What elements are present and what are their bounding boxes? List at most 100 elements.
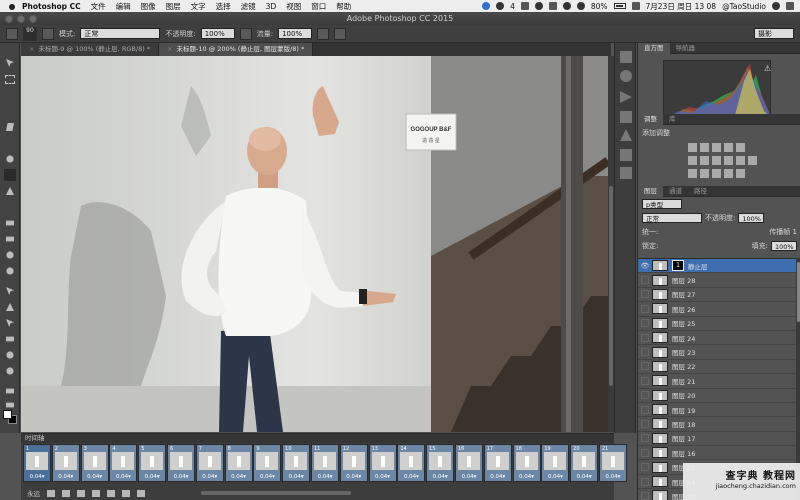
healing-brush-tool-icon[interactable] <box>4 153 16 165</box>
layer-row[interactable]: 图层 23 <box>638 345 796 360</box>
frame-delay[interactable]: 0.04▾ <box>254 474 280 480</box>
layer-row[interactable]: 图层 18 <box>638 417 796 432</box>
timeline-frame[interactable]: 19 0.04▾ <box>541 444 570 482</box>
next-frame-icon[interactable] <box>92 489 100 497</box>
lasso-tool-icon[interactable] <box>4 89 16 101</box>
visibility-box[interactable] <box>641 319 649 328</box>
3d-panel-icon[interactable] <box>620 149 632 161</box>
timeline-frame[interactable]: 12 0.04▾ <box>339 444 368 482</box>
timeline-frame[interactable]: 4 0.04▾ <box>109 444 138 482</box>
crop-tool-icon[interactable] <box>4 121 16 133</box>
previous-frame-icon[interactable] <box>62 489 70 497</box>
timeline-frame[interactable]: 1 0.04▾ <box>23 444 51 482</box>
hand-tool-icon[interactable] <box>4 349 16 361</box>
quick-select-tool-icon[interactable] <box>4 105 16 117</box>
timeline-frame[interactable]: 15 0.04▾ <box>426 444 455 482</box>
frame-delay[interactable]: 0.04▾ <box>139 474 165 480</box>
selective-color-icon[interactable] <box>736 169 745 178</box>
histogram-warning-icon[interactable]: ⚠ <box>764 64 771 73</box>
eyedropper-tool-icon[interactable] <box>4 137 16 149</box>
layer-row[interactable]: 图层 19 <box>638 403 796 418</box>
timeline-frame[interactable]: 5 0.04▾ <box>138 444 167 482</box>
delete-frame-icon[interactable] <box>137 489 145 497</box>
tab-histogram[interactable]: 直方图 <box>638 42 670 54</box>
tab-libraries[interactable]: 库 <box>663 114 682 125</box>
timeline-frame[interactable]: 17 0.04▾ <box>483 444 512 482</box>
frame-delay[interactable]: 0.04▾ <box>24 474 50 480</box>
visibility-box[interactable] <box>641 448 649 457</box>
duplicate-frame-icon[interactable] <box>122 489 130 497</box>
loop-select[interactable]: 永远 <box>27 488 40 498</box>
play-icon[interactable] <box>77 489 85 497</box>
brush-presets-icon[interactable] <box>620 111 632 123</box>
notification-icon[interactable] <box>786 2 794 10</box>
timeline-frame[interactable]: 2 0.04▾ <box>51 444 80 482</box>
eraser-tool-icon[interactable] <box>4 217 16 229</box>
tab-channels[interactable]: 通道 <box>663 186 688 197</box>
frame-delay[interactable]: 0.04▾ <box>427 474 453 480</box>
zoom-tool-icon[interactable] <box>4 365 16 377</box>
frame-delay[interactable]: 0.04▾ <box>456 474 482 480</box>
menu-3d[interactable]: 3D <box>266 2 277 11</box>
time-machine-icon[interactable] <box>534 2 543 10</box>
gradient-tool-icon[interactable] <box>4 233 16 245</box>
channel-mixer-icon[interactable] <box>736 156 745 165</box>
canvas-scroll-thumb[interactable] <box>609 186 613 386</box>
layer-row[interactable]: 图层 24 <box>638 331 796 346</box>
layer-mask-thumbnail[interactable]: 1 <box>672 260 684 272</box>
history-brush-tool-icon[interactable] <box>4 201 16 213</box>
frame-delay[interactable]: 0.04▾ <box>110 474 136 480</box>
menu-select[interactable]: 选择 <box>216 1 231 12</box>
airbrush-icon[interactable] <box>317 27 330 40</box>
timeline-frame[interactable]: 10 0.04▾ <box>282 444 311 482</box>
workspace-select[interactable]: 摄影 <box>754 28 794 39</box>
menu-edit[interactable]: 编辑 <box>116 1 131 12</box>
app-status-icon[interactable] <box>520 2 529 10</box>
doc-tab-2[interactable]: × 未标题-10 @ 200% (静止层, 图层蒙版/8) * <box>159 43 314 56</box>
menu-image[interactable]: 图像 <box>141 1 156 12</box>
clone-stamp-tool-icon[interactable] <box>4 185 16 197</box>
timeline-frame[interactable]: 16 0.04▾ <box>454 444 483 482</box>
quick-mask-icon[interactable] <box>4 385 16 397</box>
dodge-tool-icon[interactable] <box>4 265 16 277</box>
menu-help[interactable]: 帮助 <box>336 1 351 12</box>
opacity-field[interactable]: 100% <box>200 28 235 39</box>
character-panel-icon[interactable] <box>620 129 632 141</box>
invert-icon[interactable] <box>688 169 697 178</box>
layer-row[interactable]: 图层 17 <box>638 432 796 447</box>
timeline-frame[interactable]: 7 0.04▾ <box>195 444 224 482</box>
app-menu[interactable]: Photoshop CC <box>22 2 81 11</box>
layer-row[interactable]: 图层 27 <box>638 288 796 303</box>
layer-row[interactable]: 图层 16 <box>638 446 796 461</box>
brush-size-picker[interactable]: 90 <box>23 26 37 41</box>
clock[interactable]: 7月23日 周日 13 08 <box>646 1 717 12</box>
layer-row[interactable]: 图层 21 <box>638 374 796 389</box>
layer-row[interactable]: 👁 1 静止层 <box>638 259 796 274</box>
frame-delay[interactable]: 0.04▾ <box>571 474 597 480</box>
fill-field[interactable]: 100% <box>771 241 797 251</box>
brush-tool-selected-icon[interactable] <box>4 169 16 181</box>
brush-settings-icon[interactable] <box>42 27 54 40</box>
wechat-icon[interactable] <box>496 2 505 10</box>
frame-delay[interactable]: 0.04▾ <box>82 474 108 480</box>
gradient-map-icon[interactable] <box>724 169 733 178</box>
timeline-scrollbar[interactable] <box>201 491 351 495</box>
eye-icon[interactable]: 👁 <box>638 262 652 270</box>
visibility-box[interactable] <box>641 419 649 428</box>
blend-mode-select[interactable]: 正常 <box>642 213 702 223</box>
type-tool-icon[interactable] <box>4 301 16 313</box>
frame-delay[interactable]: 0.04▾ <box>341 474 367 480</box>
frame-delay[interactable]: 0.04▾ <box>312 474 338 480</box>
timeline-frame[interactable]: 13 0.04▾ <box>368 444 397 482</box>
pressure-opacity-icon[interactable] <box>239 27 252 40</box>
frame-delay[interactable]: 0.04▾ <box>53 474 79 480</box>
menu-window[interactable]: 窗口 <box>311 1 326 12</box>
wifi-icon[interactable] <box>562 2 571 10</box>
visibility-box[interactable] <box>641 333 649 342</box>
timeline-frame[interactable]: 20 0.04▾ <box>570 444 599 482</box>
menu-type[interactable]: 文字 <box>191 1 206 12</box>
tab-adjustments[interactable]: 调整 <box>638 113 663 125</box>
visibility-box[interactable] <box>641 304 649 313</box>
blur-tool-icon[interactable] <box>4 249 16 261</box>
frame-delay[interactable]: 0.04▾ <box>542 474 568 480</box>
